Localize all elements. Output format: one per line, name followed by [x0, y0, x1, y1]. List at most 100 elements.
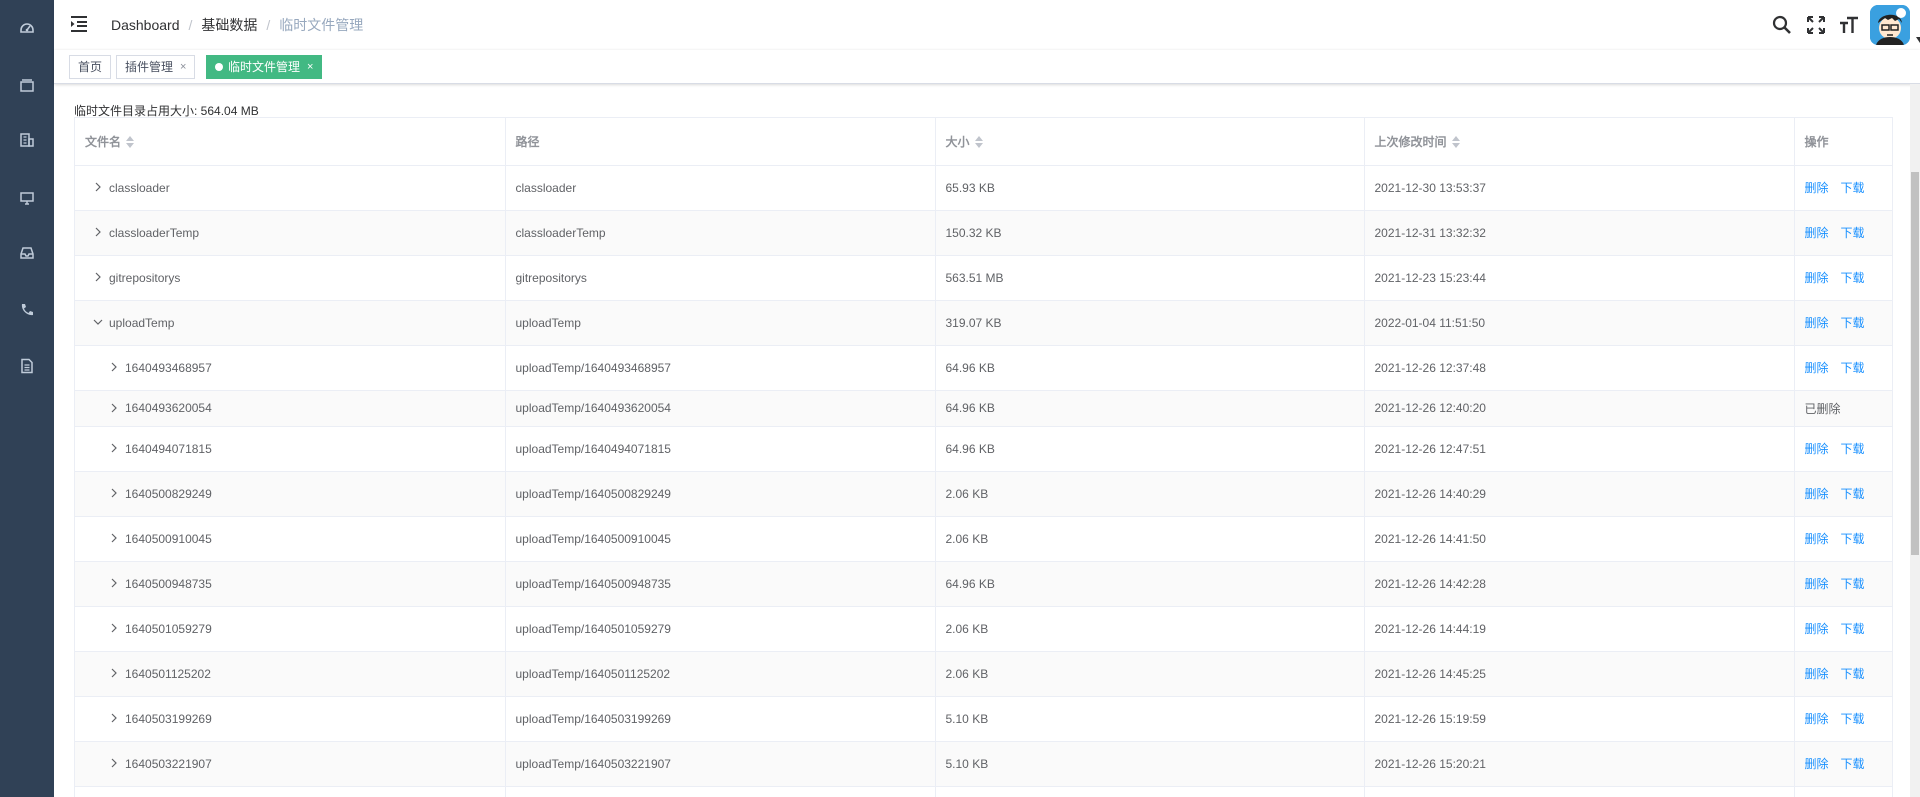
- download-button[interactable]: 下载: [1841, 442, 1865, 456]
- breadcrumb-item-basic-data[interactable]: 基础数据: [201, 17, 257, 33]
- tag-plugin-management[interactable]: 插件管理 ×: [116, 55, 196, 79]
- delete-button[interactable]: 删除: [1805, 226, 1829, 240]
- cell-path: uploadTemp/1640493468957: [505, 345, 936, 391]
- dashboard-icon[interactable]: [18, 18, 36, 36]
- delete-button[interactable]: 删除: [1805, 622, 1829, 636]
- table-row[interactable]: 1640500948735 uploadTemp/1640500948735 64.…: [75, 561, 1892, 607]
- delete-button[interactable]: 删除: [1805, 181, 1829, 195]
- breadcrumb-separator: /: [188, 17, 193, 33]
- monitor-icon[interactable]: [18, 189, 36, 207]
- search-icon[interactable]: [1772, 15, 1792, 35]
- cell-filename: classloader: [75, 165, 506, 211]
- chevron-right-icon[interactable]: [109, 713, 119, 723]
- table-row[interactable]: 1640503199269 uploadTemp/1640503199269 5.1…: [75, 696, 1892, 742]
- delete-button[interactable]: 删除: [1805, 316, 1829, 330]
- download-button[interactable]: 下载: [1841, 757, 1865, 771]
- tag-temp-file-management[interactable]: 临时文件管理 ×: [206, 55, 323, 79]
- column-header-modified-time[interactable]: 上次修改时间: [1364, 118, 1795, 166]
- sort-icon[interactable]: [126, 135, 135, 148]
- sort-icon[interactable]: [1451, 135, 1460, 148]
- vertical-scrollbar[interactable]: [1910, 84, 1920, 797]
- fullscreen-icon[interactable]: [1806, 15, 1826, 35]
- scrollbar-thumb[interactable]: [1911, 172, 1919, 555]
- phone-icon[interactable]: [18, 301, 36, 319]
- download-button[interactable]: 下载: [1841, 667, 1865, 681]
- table-row[interactable]: 1640500910045 uploadTemp/1640500910045 2.0…: [75, 516, 1892, 562]
- delete-button[interactable]: 删除: [1805, 361, 1829, 375]
- avatar[interactable]: [1870, 5, 1910, 45]
- chevron-right-icon[interactable]: [109, 533, 119, 543]
- chevron-right-icon[interactable]: [93, 227, 103, 237]
- table-row[interactable]: 1640501125202 uploadTemp/1640501125202 2.0…: [75, 651, 1892, 697]
- delete-button[interactable]: 删除: [1805, 532, 1829, 546]
- sort-icon[interactable]: [974, 135, 983, 148]
- download-button[interactable]: 下载: [1841, 226, 1865, 240]
- chevron-right-icon[interactable]: [93, 182, 103, 192]
- hamburger-icon[interactable]: [70, 15, 88, 33]
- chevron-right-icon[interactable]: [109, 362, 119, 372]
- chevron-right-icon[interactable]: [93, 272, 103, 282]
- cell-modified-time: 2021-12-23 15:23:44: [1364, 255, 1795, 301]
- delete-button[interactable]: 删除: [1805, 487, 1829, 501]
- chevron-right-icon[interactable]: [109, 578, 119, 588]
- chevron-right-icon[interactable]: [109, 668, 119, 678]
- delete-button[interactable]: 删除: [1805, 271, 1829, 285]
- table-row[interactable]: 1640493468957 uploadTemp/1640493468957 64.…: [75, 345, 1892, 391]
- table-row[interactable]: 1640500829249 uploadTemp/1640500829249 2.0…: [75, 471, 1892, 517]
- navbar: Dashboard / 基础数据 / 临时文件管理: [54, 0, 1920, 50]
- table-row[interactable]: [75, 786, 1892, 797]
- table-row[interactable]: classloaderTemp classloaderTemp 150.32 KB 2…: [75, 210, 1892, 256]
- cell-filename: 1640493468957: [75, 345, 506, 391]
- table-row[interactable]: 1640503221907 uploadTemp/1640503221907 5.1…: [75, 741, 1892, 787]
- table-row[interactable]: uploadTemp uploadTemp 319.07 KB 2022-01-04 …: [75, 300, 1892, 346]
- download-button[interactable]: 下载: [1841, 181, 1865, 195]
- download-button[interactable]: 下载: [1841, 361, 1865, 375]
- document-icon[interactable]: [18, 357, 36, 375]
- download-button[interactable]: 下载: [1841, 532, 1865, 546]
- font-size-icon[interactable]: [1839, 15, 1859, 35]
- chevron-right-icon[interactable]: [109, 403, 119, 413]
- close-icon[interactable]: ×: [307, 56, 313, 78]
- table-row[interactable]: classloader classloader 65.93 KB 2021-12-30…: [75, 165, 1892, 211]
- chevron-right-icon[interactable]: [109, 443, 119, 453]
- delete-button[interactable]: 删除: [1805, 757, 1829, 771]
- table-row[interactable]: 1640493620054 uploadTemp/1640493620054 64.…: [75, 390, 1892, 427]
- archive-icon[interactable]: [18, 76, 36, 94]
- delete-button[interactable]: 删除: [1805, 442, 1829, 456]
- breadcrumb-item-current: 临时文件管理: [279, 17, 364, 33]
- building-icon[interactable]: [18, 131, 36, 149]
- cell-path: uploadTemp/1640501059279: [505, 606, 936, 652]
- cell-actions: 删除 下载: [1794, 255, 1892, 301]
- column-header-filename[interactable]: 文件名: [75, 118, 506, 166]
- download-button[interactable]: 下载: [1841, 622, 1865, 636]
- column-label: 文件名: [85, 134, 122, 149]
- cell-size: 319.07 KB: [935, 300, 1365, 346]
- delete-button[interactable]: 删除: [1805, 712, 1829, 726]
- inbox-icon[interactable]: [18, 244, 36, 262]
- table-row[interactable]: 1640494071815 uploadTemp/1640494071815 64.…: [75, 426, 1892, 472]
- breadcrumb-item-dashboard[interactable]: Dashboard: [111, 17, 180, 33]
- chevron-down-icon[interactable]: [93, 317, 103, 327]
- download-button[interactable]: 下载: [1841, 577, 1865, 591]
- delete-button[interactable]: 删除: [1805, 577, 1829, 591]
- chevron-right-icon[interactable]: [109, 488, 119, 498]
- table-row[interactable]: 1640501059279 uploadTemp/1640501059279 2.0…: [75, 606, 1892, 652]
- delete-button[interactable]: 删除: [1805, 667, 1829, 681]
- table-row[interactable]: gitrepositorys gitrepositorys 563.51 MB 202…: [75, 255, 1892, 301]
- download-button[interactable]: 下载: [1841, 271, 1865, 285]
- filename-text: uploadTemp: [109, 315, 175, 330]
- chevron-down-icon[interactable]: [1916, 30, 1920, 43]
- chevron-right-icon[interactable]: [109, 758, 119, 768]
- cell-actions: 删除 下载: [1794, 696, 1892, 742]
- filename-text: 1640500948735: [125, 576, 212, 591]
- column-header-size[interactable]: 大小: [935, 118, 1365, 166]
- cell-actions: 删除 下载: [1794, 606, 1892, 652]
- chevron-right-icon[interactable]: [109, 623, 119, 633]
- close-icon[interactable]: ×: [180, 56, 186, 78]
- tag-home[interactable]: 首页: [69, 55, 112, 79]
- download-button[interactable]: 下载: [1841, 487, 1865, 501]
- download-button[interactable]: 下载: [1841, 712, 1865, 726]
- column-label: 路径: [515, 134, 540, 149]
- download-button[interactable]: 下载: [1841, 316, 1865, 330]
- cell-modified-time: 2021-12-26 14:45:25: [1364, 651, 1795, 697]
